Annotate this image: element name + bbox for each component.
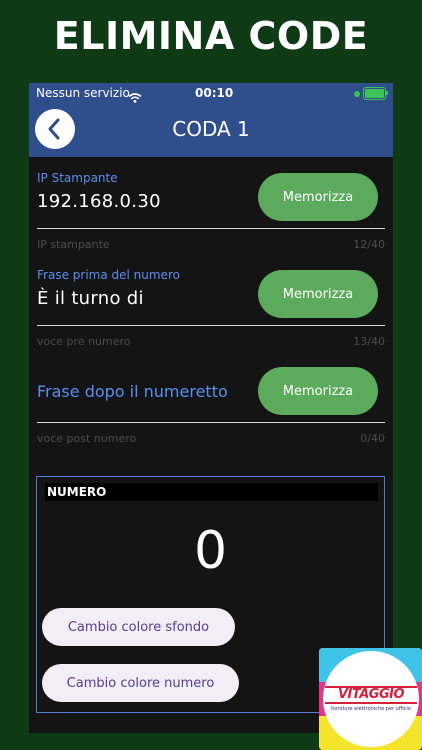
- number-preview-value: 0: [193, 521, 228, 581]
- status-time: 00:10: [195, 86, 234, 100]
- phrase-after-helper: voce post numero: [37, 432, 137, 445]
- page-title: CODA 1: [172, 117, 250, 141]
- logo-wordmark: VITAGGIO: [325, 686, 417, 704]
- phrase-before-helper: voce pre numero: [37, 335, 131, 348]
- app-header: Nessun servizio 00:10 CODA 1: [29, 83, 393, 157]
- change-number-color-button[interactable]: Cambio colore numero: [42, 664, 239, 702]
- save-phrase-after-button[interactable]: Memorizza: [258, 367, 378, 415]
- phrase-before-counter: 13/40: [353, 335, 385, 348]
- ip-printer-counter: 12/40: [353, 238, 385, 251]
- phrase-after-counter: 0/40: [360, 432, 385, 445]
- logo-tagline: forniture elettroniche per ufficio: [331, 706, 411, 712]
- phrase-before-label: Frase prima del numero: [37, 268, 180, 282]
- field-underline: [37, 228, 385, 229]
- phrase-after-input[interactable]: Frase dopo il numeretto: [37, 382, 228, 401]
- app-screen: Nessun servizio 00:10 CODA 1 IP Stampant…: [29, 83, 393, 733]
- ip-printer-helper: IP stampante: [37, 238, 110, 251]
- ip-printer-label: IP Stampante: [37, 171, 118, 185]
- number-preview-header: NUMERO: [45, 483, 378, 501]
- carrier-status: Nessun servizio: [36, 86, 130, 100]
- field-underline: [37, 422, 385, 423]
- save-phrase-before-button[interactable]: Memorizza: [258, 270, 378, 318]
- field-underline: [37, 325, 385, 326]
- phrase-before-input[interactable]: È il turno di: [37, 288, 144, 309]
- ip-printer-input[interactable]: 192.168.0.30: [37, 191, 161, 212]
- battery-icon: [363, 87, 386, 100]
- vitaggio-logo: VITAGGIO forniture elettroniche per uffi…: [319, 648, 422, 750]
- promo-title: ELIMINA CODE: [53, 14, 369, 58]
- battery-tip-icon: [386, 91, 388, 95]
- wifi-icon: [128, 88, 142, 107]
- save-ip-button[interactable]: Memorizza: [258, 173, 378, 221]
- charging-dot-icon: [354, 91, 360, 97]
- change-background-color-button[interactable]: Cambio colore sfondo: [42, 608, 235, 646]
